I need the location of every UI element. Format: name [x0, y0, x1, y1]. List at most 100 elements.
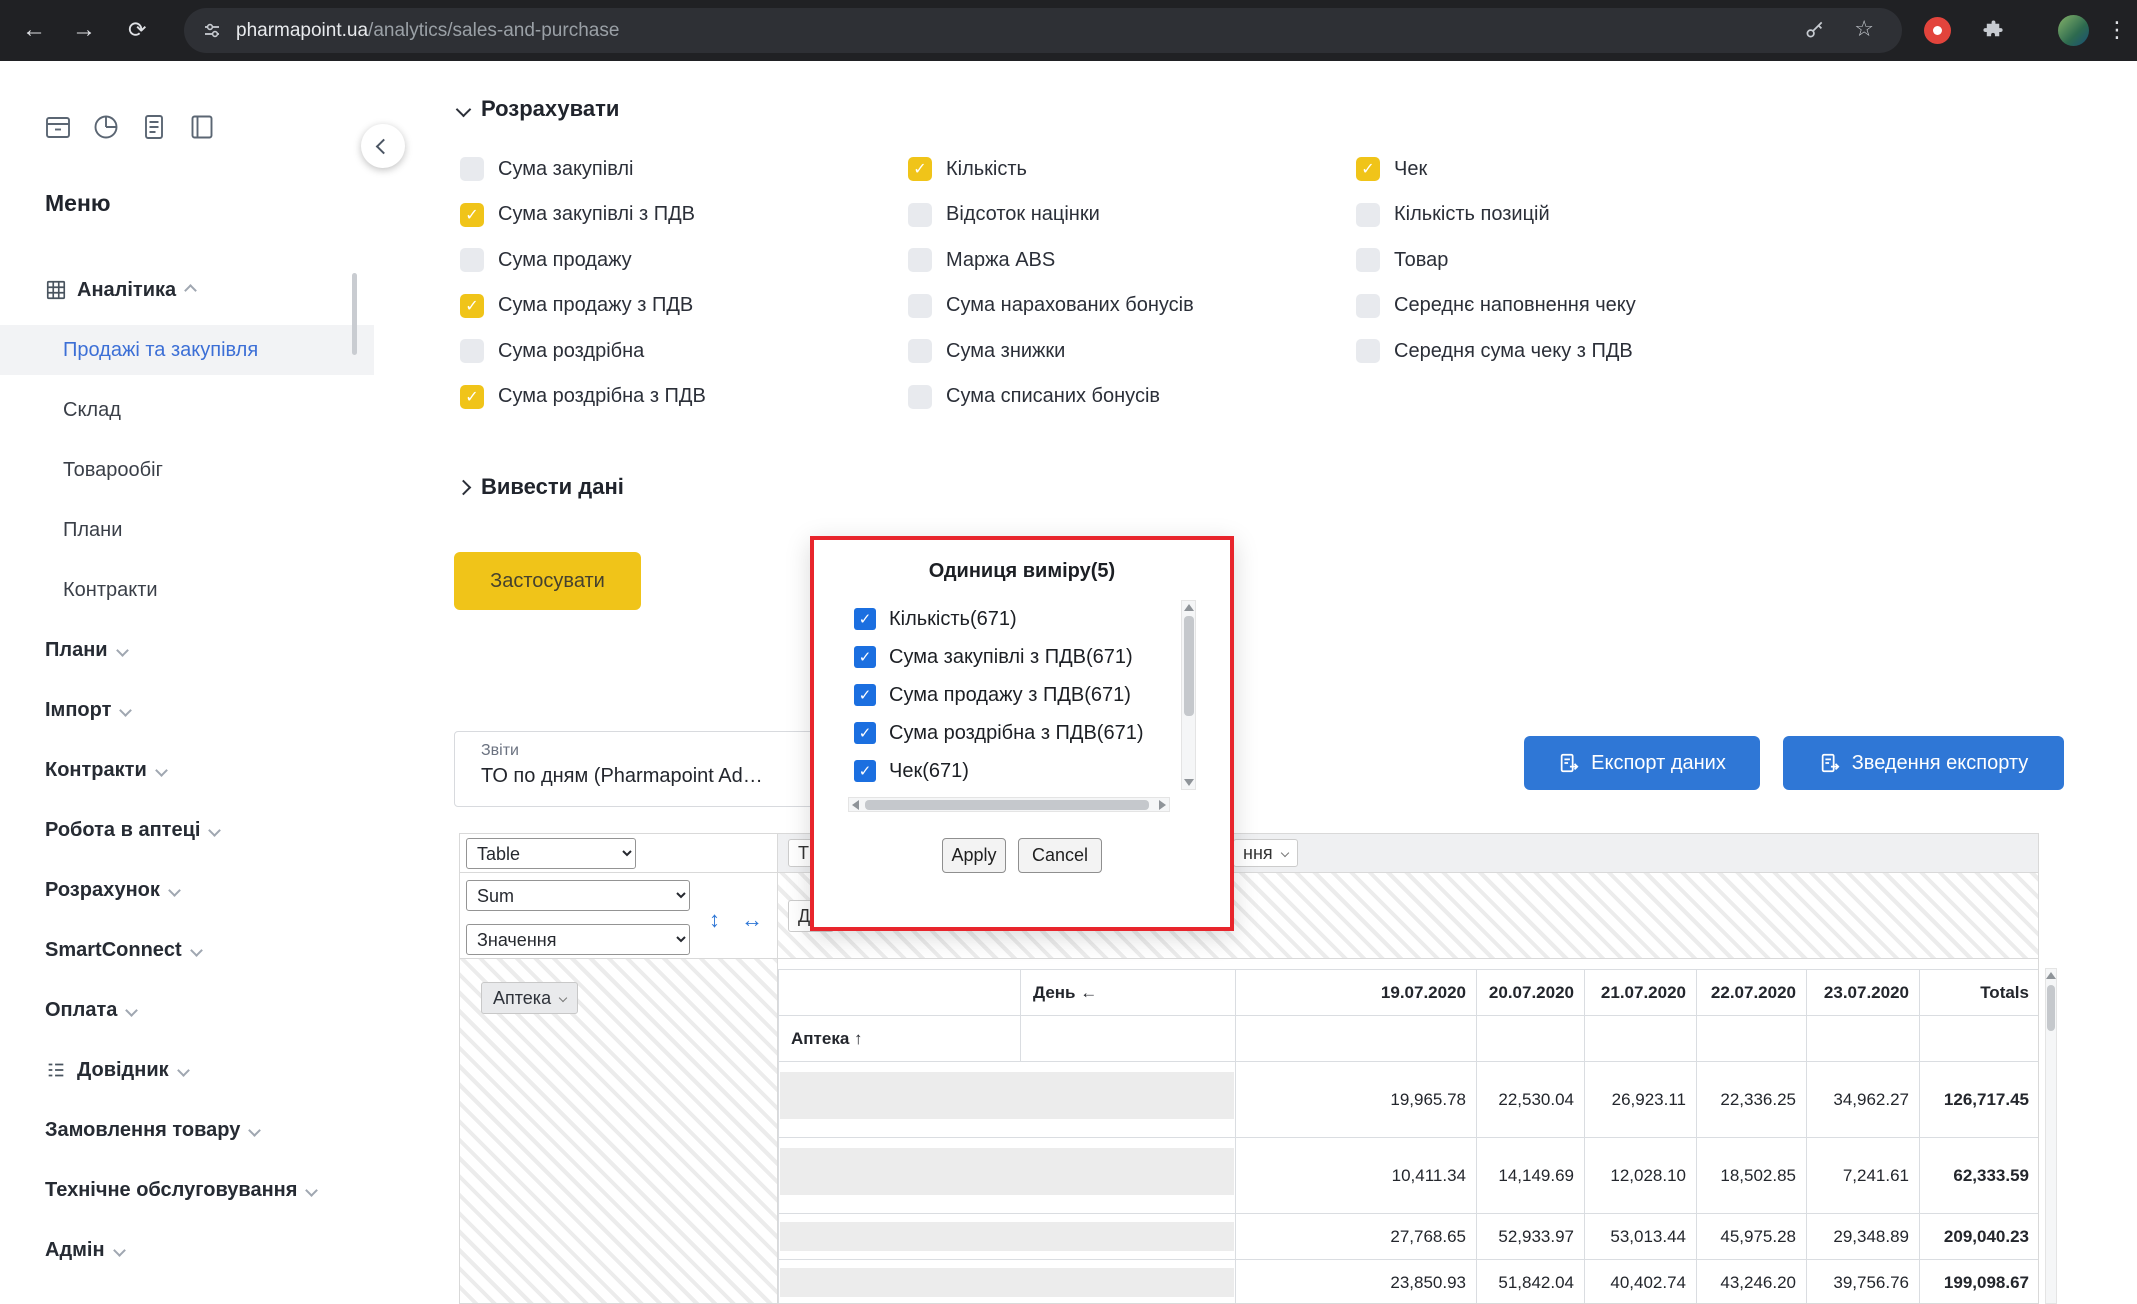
checkbox-box[interactable]: [854, 646, 876, 668]
modal-hscrollbar[interactable]: [848, 797, 1170, 812]
book-icon[interactable]: [184, 109, 220, 145]
sidebar-item-smartconnect[interactable]: SmartConnect: [45, 925, 201, 975]
row-attr-header[interactable]: Аптека ↑: [779, 1016, 1021, 1062]
table-scrollbar[interactable]: [2045, 968, 2057, 1304]
sidebar-item-analytics[interactable]: Аналітика: [45, 265, 195, 315]
sidebar-item-tovaroobih[interactable]: Товарообіг: [63, 445, 163, 495]
renderer-select[interactable]: Table: [466, 838, 636, 869]
checkbox-box[interactable]: [854, 684, 876, 706]
checkbox-serednia-suma-cheku-z-pdv[interactable]: Середня сума чеку з ПДВ: [1356, 339, 1636, 363]
checkbox-chek[interactable]: Чек: [1356, 157, 1636, 181]
sidebar-item-kontrakty[interactable]: Контракти: [45, 745, 166, 795]
sidebar-item-import[interactable]: Імпорт: [45, 685, 130, 735]
checkbox-suma-narakhovanykh-bonusiv[interactable]: Сума нарахованих бонусів: [908, 294, 1194, 318]
checkbox-suma-znyzhky[interactable]: Сума знижки: [908, 339, 1194, 363]
modal-checkbox-chek[interactable]: Чек(671): [854, 756, 969, 786]
extensions-icon[interactable]: [1982, 19, 2005, 47]
sidebar-scrollbar[interactable]: [352, 273, 357, 355]
sidebar-item-plany-child[interactable]: Плани: [63, 505, 122, 555]
modal-cancel-button[interactable]: Cancel: [1018, 838, 1102, 873]
sidebar-item-dovidnyk[interactable]: Довідник: [45, 1045, 188, 1095]
checkbox-box[interactable]: [908, 203, 932, 227]
checkbox-serednie-napovnennia-cheku[interactable]: Середнє наповнення чеку: [1356, 294, 1636, 318]
browser-menu-icon[interactable]: ⋮: [2106, 14, 2128, 46]
column-attr-header[interactable]: День ←: [1021, 970, 1236, 1016]
checkbox-suma-prodazhu-z-pdv[interactable]: Сума продажу з ПДВ: [460, 294, 706, 318]
section-header-vyvesty-dani[interactable]: Вивести дані: [458, 474, 624, 500]
checkbox-suma-rozdribna-z-pdv[interactable]: Сума роздрібна з ПДВ: [460, 385, 706, 409]
checkbox-box[interactable]: [908, 248, 932, 272]
checkbox-box[interactable]: [460, 157, 484, 181]
checkbox-box[interactable]: [460, 203, 484, 227]
modal-checkbox-suma-zakup-pdv[interactable]: Сума закупівлі з ПДВ(671): [854, 642, 1133, 672]
checkbox-box[interactable]: [908, 385, 932, 409]
checkbox-suma-zakupivli-z-pdv[interactable]: Сума закупівлі з ПДВ: [460, 203, 706, 227]
checkbox-box[interactable]: [1356, 339, 1380, 363]
checkbox-kilkist-pozytsii[interactable]: Кількість позицій: [1356, 203, 1636, 227]
checkbox-box[interactable]: [908, 294, 932, 318]
avatar[interactable]: [2058, 15, 2089, 46]
sidebar-item-oplata[interactable]: Оплата: [45, 985, 136, 1035]
checkbox-box[interactable]: [1356, 203, 1380, 227]
archive-icon[interactable]: [40, 109, 76, 145]
export-summary-button[interactable]: Зведення експорту: [1783, 736, 2064, 790]
sidebar-item-kontrakty-child[interactable]: Контракти: [63, 565, 158, 615]
checkbox-box[interactable]: [854, 608, 876, 630]
sidebar-item-rozrakhunok[interactable]: Розрахунок: [45, 865, 179, 915]
value-select[interactable]: Значення: [466, 924, 690, 955]
apply-button[interactable]: Застосувати: [454, 552, 641, 610]
back-icon[interactable]: ←: [22, 14, 46, 46]
checkbox-box[interactable]: [908, 157, 932, 181]
sidebar-item-sklad[interactable]: Склад: [63, 385, 121, 435]
table-cell: 51,842.04: [1477, 1260, 1585, 1304]
export-data-button[interactable]: Експорт даних: [1524, 736, 1760, 790]
url-bar[interactable]: pharmapoint.ua/analytics/sales-and-purch…: [184, 8, 1902, 53]
checkbox-box[interactable]: [1356, 157, 1380, 181]
checkbox-box[interactable]: [460, 339, 484, 363]
collapse-sidebar-button[interactable]: [361, 124, 405, 168]
extension-badge-icon[interactable]: [1924, 17, 1951, 44]
unused-attr-fragment-right[interactable]: ння: [1233, 839, 1298, 867]
reload-icon[interactable]: ⟳: [128, 14, 146, 46]
swap-horizontal-icon[interactable]: ↔: [741, 909, 763, 931]
row-attr-pill[interactable]: Аптека: [481, 982, 578, 1014]
modal-vscrollbar[interactable]: [1181, 600, 1196, 790]
sidebar-item-plany[interactable]: Плани: [45, 625, 127, 675]
row-attrs-dropzone[interactable]: Аптека: [460, 959, 778, 1303]
modal-apply-button[interactable]: Apply: [942, 838, 1006, 873]
section-header-rozrakhuvaty[interactable]: Розрахувати: [458, 96, 619, 122]
checkbox-box[interactable]: [1356, 294, 1380, 318]
modal-checkbox-suma-rozdrib-pdv[interactable]: Сума роздрібна з ПДВ(671): [854, 718, 1144, 748]
pie-chart-icon[interactable]: [88, 109, 124, 145]
checkbox-marzha-abs[interactable]: Маржа ABS: [908, 248, 1194, 272]
bookmark-star-icon[interactable]: ☆: [1854, 16, 1874, 42]
document-icon[interactable]: [136, 109, 172, 145]
aggregator-select[interactable]: Sum: [466, 880, 690, 911]
checkbox-box[interactable]: [854, 722, 876, 744]
checkbox-box[interactable]: [460, 248, 484, 272]
checkbox-suma-zakupivli[interactable]: Сума закупівлі: [460, 157, 706, 181]
sidebar-item-tekhnichne-obsluhovuvannia[interactable]: Технічне обслуговування: [45, 1165, 316, 1215]
checkbox-box[interactable]: [460, 294, 484, 318]
checkbox-tovar[interactable]: Товар: [1356, 248, 1636, 272]
modal-checkbox-suma-prodazh-pdv[interactable]: Сума продажу з ПДВ(671): [854, 680, 1131, 710]
checkbox-kilkist[interactable]: Кількість: [908, 157, 1194, 181]
sidebar-item-zamovlennia-tovaru[interactable]: Замовлення товару: [45, 1105, 259, 1155]
checkbox-box[interactable]: [1356, 248, 1380, 272]
checkbox-suma-spysanykh-bonusiv[interactable]: Сума списаних бонусів: [908, 385, 1194, 409]
checkbox-box[interactable]: [460, 385, 484, 409]
checkbox-box[interactable]: [854, 760, 876, 782]
sidebar-item-admin[interactable]: Адмін: [45, 1225, 124, 1275]
key-icon[interactable]: [1803, 19, 1826, 47]
checkbox-vidsotok-natsinky[interactable]: Відсоток націнки: [908, 203, 1194, 227]
sidebar-item-robota-v-aptetsi[interactable]: Робота в аптеці: [45, 805, 219, 855]
forward-icon[interactable]: →: [72, 14, 96, 46]
checkbox-suma-prodazhu[interactable]: Сума продажу: [460, 248, 706, 272]
swap-vertical-icon[interactable]: ↕: [709, 909, 720, 931]
site-info-icon[interactable]: [202, 21, 222, 41]
modal-checkbox-kilkist[interactable]: Кількість(671): [854, 604, 1017, 634]
checkbox-box[interactable]: [908, 339, 932, 363]
checkbox-label: Сума закупівлі: [498, 158, 633, 181]
checkbox-suma-rozdribna[interactable]: Сума роздрібна: [460, 339, 706, 363]
sidebar-item-prodazhi-ta-zakupivlia[interactable]: Продажі та закупівля: [63, 325, 258, 375]
